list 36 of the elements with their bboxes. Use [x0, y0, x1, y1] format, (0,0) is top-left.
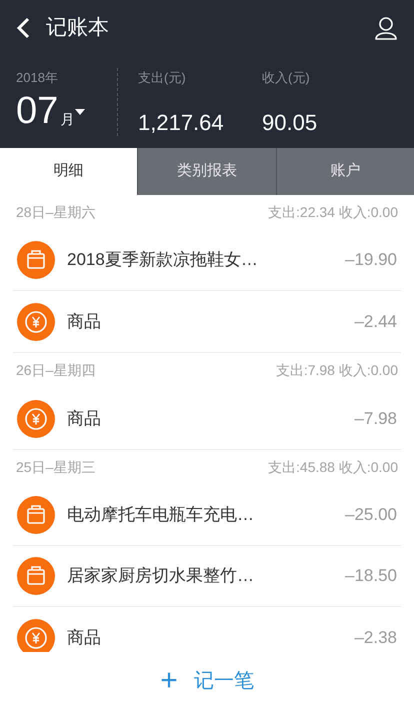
- income-value: 90.05: [262, 108, 318, 136]
- shopping-bag-icon: [17, 241, 55, 279]
- date-label: 28日–星期六: [16, 203, 96, 222]
- item-name: 2018夏季新款凉拖鞋女…: [67, 249, 259, 272]
- page-title: 记账本: [46, 15, 109, 42]
- yuan-coin-icon: [17, 400, 55, 438]
- item-name: 商品: [67, 310, 102, 333]
- item-amount: –7.98: [354, 408, 397, 430]
- expense-label: 支出(元): [138, 69, 187, 87]
- yuan-coin-icon: [17, 302, 55, 340]
- item-amount: –2.38: [354, 626, 397, 649]
- expense-value: 1,217.64: [138, 108, 225, 136]
- day-totals: 支出:7.98 收入:0.00: [276, 361, 398, 380]
- dropdown-caret-icon: [75, 108, 86, 116]
- month-picker[interactable]: 07 月: [16, 92, 86, 130]
- item-amount: –18.50: [345, 565, 397, 588]
- tab[interactable]: 类别报表: [137, 148, 276, 195]
- date-label: 26日–星期四: [16, 361, 96, 380]
- tab[interactable]: 账户: [276, 148, 414, 195]
- day-totals: 支出:22.34 收入:0.00: [268, 203, 398, 222]
- item-amount: –2.44: [354, 310, 397, 333]
- shopping-bag-icon: [17, 557, 55, 595]
- income-label: 收入(元): [262, 69, 311, 87]
- back-icon[interactable]: [16, 17, 30, 39]
- item-name: 商品: [67, 408, 102, 430]
- yuan-coin-icon: [17, 618, 55, 652]
- item-amount: –25.00: [345, 504, 397, 526]
- year-label: 2018年: [16, 69, 59, 87]
- item-amount: –19.90: [345, 249, 397, 272]
- user-icon[interactable]: [374, 16, 398, 40]
- item-name: 电动摩托车电瓶车充电…: [67, 504, 255, 526]
- day-totals: 支出:45.88 收入:0.00: [268, 458, 398, 477]
- item-name: 居家家厨房切水果整竹…: [67, 565, 255, 588]
- item-name: 商品: [67, 626, 102, 649]
- date-label: 25日–星期三: [16, 458, 96, 477]
- shopping-bag-icon: [17, 496, 55, 534]
